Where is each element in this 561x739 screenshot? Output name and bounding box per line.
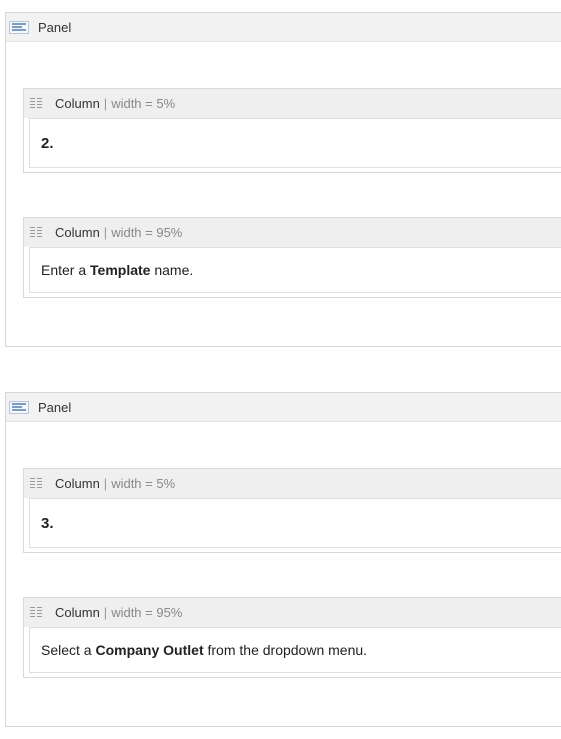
- column-content[interactable]: 2.: [29, 118, 561, 168]
- step-number: 3.: [41, 514, 54, 532]
- instruction-text-suffix: from the dropdown menu.: [203, 642, 368, 658]
- column-width-label: width = 5%: [111, 476, 176, 491]
- drag-grip-icon[interactable]: [30, 478, 43, 489]
- column-separator: |: [103, 225, 108, 240]
- column-content[interactable]: Select a Company Outlet from the dropdow…: [29, 627, 561, 673]
- column-content[interactable]: Enter a Template name.: [29, 247, 561, 293]
- panel-block-1[interactable]: Panel Column | width = 5% 2. Column | wi…: [5, 12, 561, 347]
- panel-layout-icon: [9, 20, 29, 34]
- panel-title: Panel: [38, 399, 72, 415]
- panel-title: Panel: [38, 19, 72, 35]
- instruction-text-suffix: name.: [150, 262, 194, 278]
- step-number: 2.: [41, 134, 54, 152]
- column-width-label: width = 95%: [111, 605, 183, 620]
- column-header[interactable]: Column | width = 95%: [24, 218, 561, 247]
- column-header[interactable]: Column | width = 5%: [24, 469, 561, 498]
- drag-grip-icon[interactable]: [30, 227, 43, 238]
- column-label: Column: [55, 96, 100, 111]
- instruction-text: Enter a Template name.: [41, 262, 193, 278]
- column-label: Column: [55, 225, 100, 240]
- instruction-text: Select a Company Outlet from the dropdow…: [41, 642, 367, 658]
- column-separator: |: [103, 476, 108, 491]
- panel-layout-icon: [9, 400, 29, 414]
- panel-header[interactable]: Panel: [6, 393, 561, 422]
- column-separator: |: [103, 605, 108, 620]
- drag-grip-icon[interactable]: [30, 98, 43, 109]
- instruction-text-prefix: Enter a: [41, 262, 91, 278]
- column-width-label: width = 5%: [111, 96, 176, 111]
- column-separator: |: [103, 96, 108, 111]
- instruction-bold-term: Company Outlet: [95, 642, 204, 658]
- instruction-text-prefix: Select a: [41, 642, 96, 658]
- instruction-bold-term: Template: [90, 262, 151, 278]
- column-label: Column: [55, 476, 100, 491]
- column-header[interactable]: Column | width = 95%: [24, 598, 561, 627]
- panel-header[interactable]: Panel: [6, 13, 561, 42]
- column-block-instruction[interactable]: Column | width = 95% Enter a Template na…: [23, 217, 561, 298]
- column-content[interactable]: 3.: [29, 498, 561, 548]
- column-label: Column: [55, 605, 100, 620]
- column-header[interactable]: Column | width = 5%: [24, 89, 561, 118]
- column-block-step-number[interactable]: Column | width = 5% 2.: [23, 88, 561, 173]
- column-block-step-number[interactable]: Column | width = 5% 3.: [23, 468, 561, 553]
- panel-block-2[interactable]: Panel Column | width = 5% 3. Column | wi…: [5, 392, 561, 727]
- drag-grip-icon[interactable]: [30, 607, 43, 618]
- column-block-instruction[interactable]: Column | width = 95% Select a Company Ou…: [23, 597, 561, 678]
- column-width-label: width = 95%: [111, 225, 183, 240]
